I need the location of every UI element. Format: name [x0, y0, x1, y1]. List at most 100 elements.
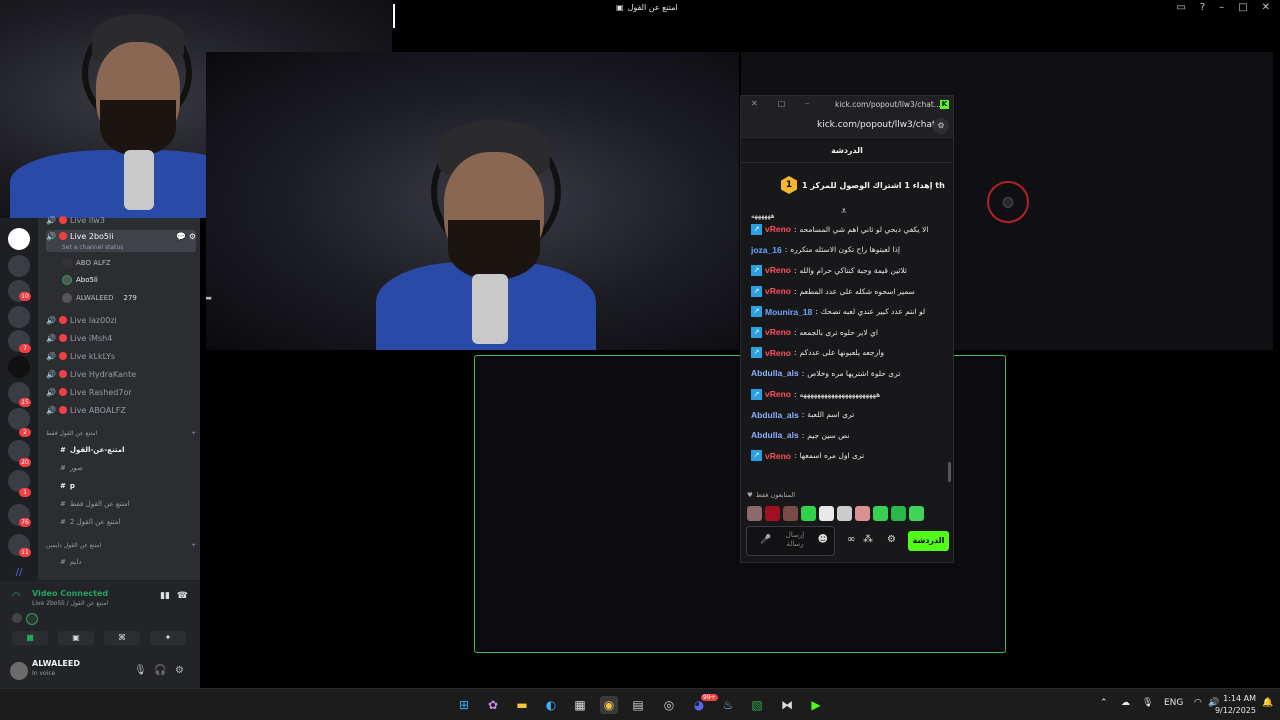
chat-message[interactable]: ↗ vReno: ههههههههههههههههههههههه	[751, 384, 947, 405]
system-clock[interactable]: 1:14 AM 9/12/2025	[1215, 693, 1256, 717]
chat-message[interactable]: ↗ vReno: ثلاثين قيمة وجبة كنتاكي حرام والل…	[751, 260, 947, 281]
server-icon[interactable]	[8, 255, 30, 277]
notifications-icon[interactable]: 🔔	[1262, 698, 1273, 708]
chat-settings-icon[interactable]: ⚙	[887, 534, 896, 545]
start-icon[interactable]: ⊞	[455, 696, 473, 714]
chat-message[interactable]: ↗ Mounira_18: لو انتم عدد كبير عندي لعبه ت…	[751, 301, 947, 322]
steam-icon[interactable]: ♨	[719, 696, 737, 714]
chat-username[interactable]: vReno	[765, 348, 791, 358]
kick-app-icon[interactable]: ▶	[807, 696, 825, 714]
voice-channel[interactable]: 🔊 Live kLkLYs	[46, 348, 196, 364]
channel-category[interactable]: امتنع عن القول دايمين +	[46, 542, 196, 549]
emote-icon[interactable]	[873, 506, 888, 521]
emote-icon[interactable]	[819, 506, 834, 521]
emote-icon[interactable]	[783, 506, 798, 521]
infinity-icon[interactable]: ∞	[847, 534, 855, 545]
signal-icon[interactable]: ◠	[12, 591, 21, 602]
add-channel-icon[interactable]: +	[191, 542, 196, 549]
voice-channel[interactable]: 🔊 Live ABOALFZ	[46, 402, 196, 418]
obs-icon[interactable]: ◎	[660, 696, 678, 714]
copilot-icon[interactable]: ✿	[484, 696, 502, 714]
tray-expand-icon[interactable]: ⌃	[1100, 698, 1108, 708]
text-channel[interactable]: # امتنع-عن-القول	[60, 446, 125, 454]
chat-message[interactable]: ↗ vReno: الا يكفي دبحي لو ثاني اهم شي المس…	[751, 219, 947, 240]
voice-channel[interactable]: 🔊 Live laz00zi	[46, 312, 196, 328]
text-channel[interactable]: # امتنع عن القول 2	[60, 518, 121, 526]
excel-icon[interactable]: ▧	[748, 696, 766, 714]
settings-icon[interactable]: ⚙	[175, 665, 184, 676]
chat-username[interactable]: Abdulla_als	[751, 430, 799, 440]
chat-username[interactable]: vReno	[765, 451, 791, 461]
activities-button[interactable]: ⌘	[104, 631, 140, 645]
chrome-icon[interactable]: ◉	[600, 696, 618, 714]
screen-share-button[interactable]: ▣	[58, 631, 94, 645]
chat-username[interactable]: Mounira_18	[765, 307, 812, 317]
text-channel[interactable]: # دايم	[60, 558, 82, 566]
camera-button[interactable]: ■	[12, 631, 48, 645]
chat-message[interactable]: ↗ vReno: سمير اسحوه شكله على عدد المطعم	[751, 281, 947, 302]
channel-category[interactable]: امتنع عن القول فقط +	[46, 430, 196, 437]
emote-icon[interactable]	[891, 506, 906, 521]
add-channel-icon[interactable]: +	[191, 430, 196, 437]
mic-icon[interactable]: 🎤	[760, 535, 771, 545]
language-indicator[interactable]: ENG	[1164, 698, 1183, 708]
voice-member[interactable]: ALWALEED 279 ▬	[62, 291, 212, 305]
voice-channel-llw3[interactable]: 🔊 Live llw3	[46, 212, 196, 228]
calculator-icon[interactable]: ▤	[629, 696, 647, 714]
maximize-icon[interactable]: □	[1238, 2, 1247, 13]
emote-icon[interactable]	[801, 506, 816, 521]
webcam-tile-main[interactable]	[206, 52, 739, 350]
capcut-icon[interactable]: ⧓	[778, 696, 796, 714]
voice-channel[interactable]: 🔊 Live HydraKante	[46, 366, 196, 382]
voice-channel-2bo5li[interactable]: 🔊 Live 2bo5li Set a channel status 💬 ⚙	[46, 230, 196, 252]
mic-icon[interactable]: 🎙	[134, 665, 147, 676]
maximize-icon[interactable]: □	[778, 99, 786, 108]
server-icon[interactable]	[8, 228, 30, 250]
network-tray-icon[interactable]: ☁	[1121, 698, 1130, 708]
channel-status[interactable]: Set a channel status	[62, 244, 123, 251]
site-settings-icon[interactable]: ⚙	[933, 118, 949, 134]
chat-input[interactable]: 🎤 إرسال رسالة ☻	[746, 526, 835, 556]
voice-member[interactable]: Abo5li	[62, 273, 98, 287]
wifi-icon[interactable]: ◠	[1194, 698, 1202, 708]
chat-message[interactable]: ↗ vReno: ترى اول مره اسمعها	[751, 446, 947, 467]
emote-icon[interactable]	[837, 506, 852, 521]
emoji-icon[interactable]: ☻	[818, 534, 828, 545]
chat-message[interactable]: ↗ vReno: اي لاير حلوه ترى بالجمعه	[751, 322, 947, 343]
chat-username[interactable]: vReno	[765, 265, 791, 275]
emote-icon[interactable]	[747, 506, 762, 521]
soundboard-button[interactable]: ✦	[150, 631, 186, 645]
chat-username[interactable]: vReno	[765, 327, 791, 337]
channel-actions-icon[interactable]: 💬 ⚙	[176, 232, 196, 241]
store-icon[interactable]: ▦	[571, 696, 589, 714]
disconnect-icon[interactable]: ☎	[177, 591, 188, 601]
chat-username[interactable]: vReno	[765, 224, 791, 234]
chat-username[interactable]: joza_16	[751, 245, 782, 255]
emote-icon[interactable]	[855, 506, 870, 521]
close-icon[interactable]: ✕	[751, 99, 758, 108]
close-icon[interactable]: ✕	[1262, 2, 1270, 13]
voice-member[interactable]: ABO ALFZ	[62, 256, 111, 270]
mic-tray-icon[interactable]: 🎙	[1142, 698, 1153, 708]
pinned-message[interactable]: 1 إهداء 1 اشتراك الوصول للمركز 1 th	[781, 176, 945, 194]
noise-suppression-icon[interactable]: ▮▮	[160, 591, 170, 601]
chat-send-button[interactable]: الدردشة	[908, 531, 949, 551]
help-icon[interactable]: ?	[1200, 2, 1205, 13]
server-icon[interactable]	[8, 408, 30, 430]
address-bar[interactable]: kick.com/popout/llw3/chat ⚙	[741, 114, 953, 138]
edge-icon[interactable]: ◐	[542, 696, 560, 714]
text-channel[interactable]: # صور	[60, 464, 83, 472]
chat-username[interactable]: vReno	[765, 286, 791, 296]
chat-username[interactable]: Abdulla_als	[751, 410, 799, 420]
voice-channel[interactable]: 🔊 Live iMsh4	[46, 330, 196, 346]
chat-message[interactable]: joza_16: إذا لعبتوها راح تكون الاسئله متك…	[751, 240, 947, 261]
emote-icon[interactable]	[909, 506, 924, 521]
server-icon[interactable]	[8, 306, 30, 328]
collapse-arrow-icon[interactable]: ⩡	[841, 206, 847, 217]
text-channel[interactable]: # امتنع عن القول فقط	[60, 500, 130, 508]
text-channel[interactable]: # p	[60, 482, 75, 490]
chat-message[interactable]: ↗ vReno: وارجعه يلعبونها على عددكم	[751, 343, 947, 364]
picture-in-picture-icon[interactable]: ▭	[1176, 2, 1185, 13]
emote-icon[interactable]	[765, 506, 780, 521]
chat-scrollbar[interactable]	[948, 462, 951, 482]
